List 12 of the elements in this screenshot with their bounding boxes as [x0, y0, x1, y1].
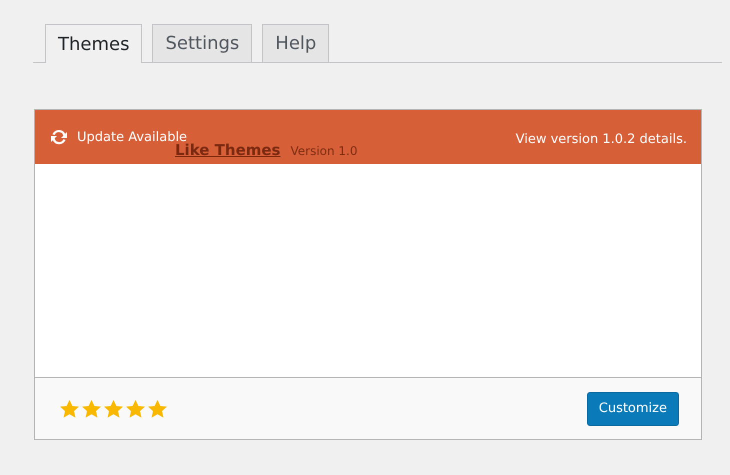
star-icon	[147, 398, 168, 418]
star-icon	[125, 398, 146, 418]
tab[interactable]: Help	[262, 24, 330, 62]
customize-button[interactable]: Customize	[586, 392, 679, 426]
star-icon	[103, 398, 124, 418]
tab[interactable]: Themes	[45, 24, 142, 63]
tab[interactable]: Settings	[152, 24, 252, 62]
theme-version: Version 1.0	[290, 144, 358, 158]
refresh-icon	[49, 128, 69, 146]
star-icon	[81, 398, 102, 418]
details-link[interactable]: View version 1.0.2 details.	[516, 132, 687, 146]
star-icon	[59, 398, 80, 418]
